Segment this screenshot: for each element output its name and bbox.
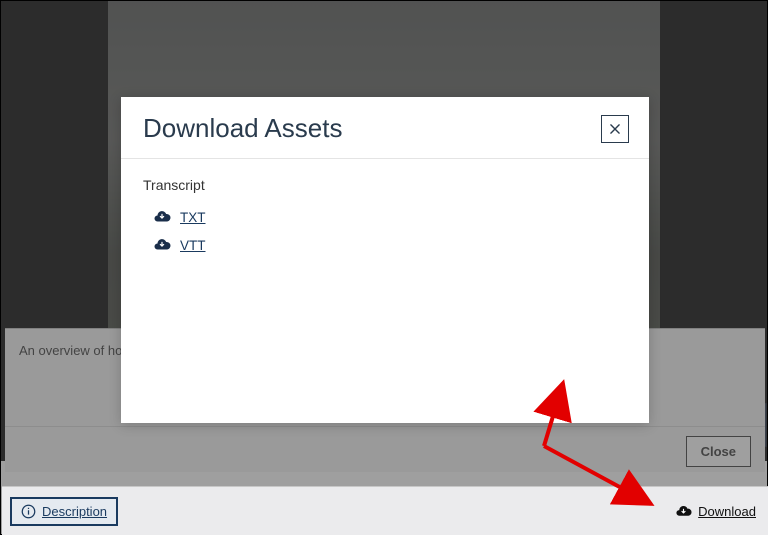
download-assets-modal: Download Assets Transcript TXT VTT	[121, 97, 649, 423]
modal-title: Download Assets	[143, 113, 342, 144]
asset-link-txt[interactable]: TXT	[143, 203, 627, 231]
tab-download-label: Download	[698, 504, 756, 519]
modal-close-button[interactable]	[601, 115, 629, 143]
asset-link-vtt[interactable]: VTT	[143, 231, 627, 259]
tabs-bar: Description Download	[2, 486, 768, 535]
panel-footer: Close	[5, 426, 765, 472]
cloud-download-icon	[153, 236, 171, 254]
close-icon	[608, 122, 622, 136]
asset-link-label: VTT	[180, 238, 206, 253]
cloud-download-icon	[153, 208, 171, 226]
cloud-download-icon	[675, 503, 692, 520]
tab-download[interactable]: Download	[671, 498, 760, 525]
tab-description-label: Description	[42, 504, 107, 519]
panel-close-button[interactable]: Close	[686, 436, 751, 467]
tab-description[interactable]: Description	[10, 497, 118, 526]
transcript-section-label: Transcript	[143, 177, 627, 193]
modal-body: Transcript TXT VTT	[121, 159, 649, 277]
description-text: An overview of ho	[19, 343, 122, 358]
asset-link-label: TXT	[180, 210, 206, 225]
info-icon	[21, 504, 36, 519]
modal-header: Download Assets	[121, 97, 649, 159]
